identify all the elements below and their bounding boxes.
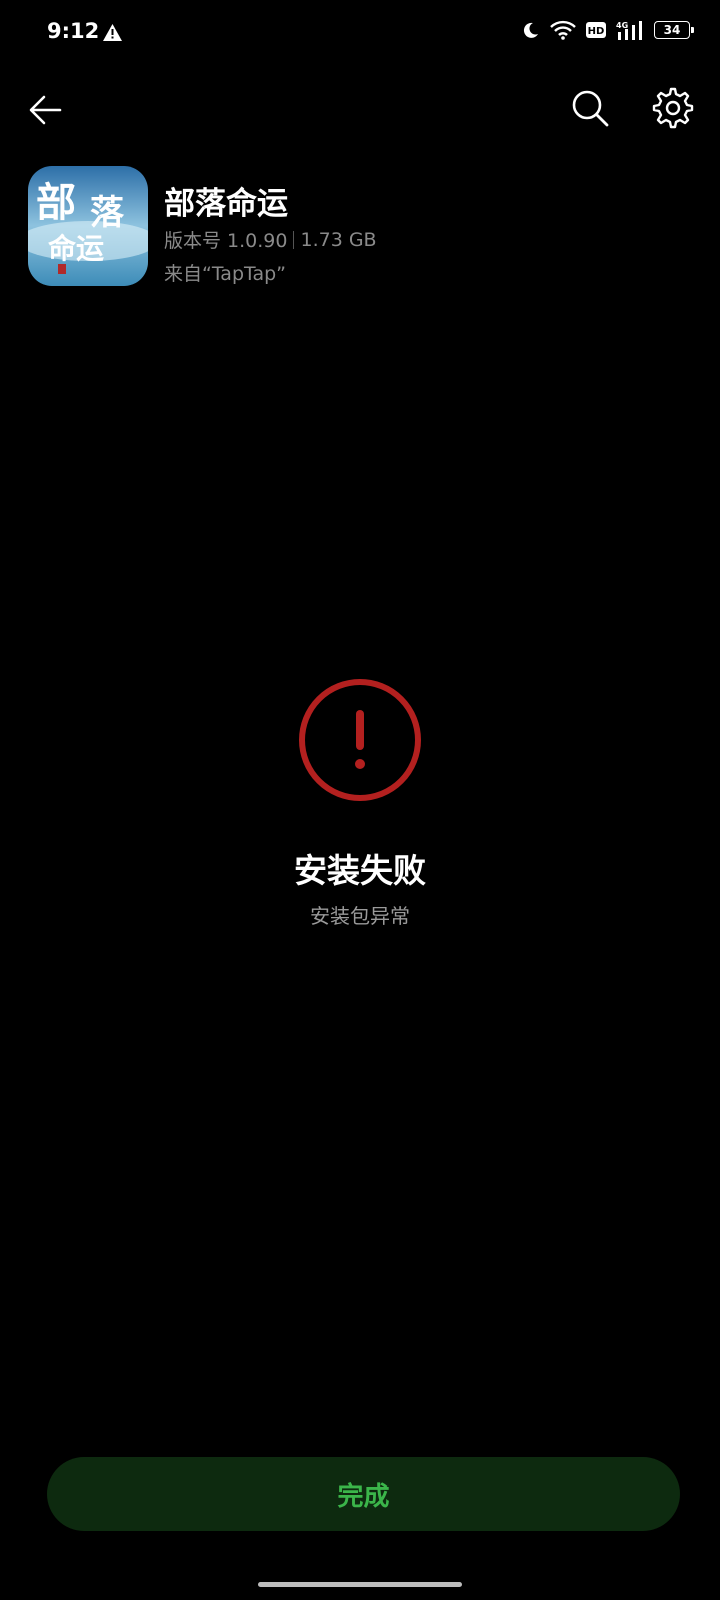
svg-text:落: 落 [90, 193, 125, 233]
gear-icon[interactable] [651, 86, 695, 130]
home-indicator[interactable] [258, 1582, 462, 1587]
fail-title: 安装失败 [294, 851, 426, 890]
hd-icon: HD [586, 22, 606, 38]
svg-text:4G: 4G [616, 21, 628, 30]
done-button[interactable]: 完成 [47, 1457, 680, 1531]
app-name: 部落命运 [164, 186, 288, 222]
app-size: 1.73 GB [300, 228, 377, 251]
battery-level: 34 [663, 23, 681, 37]
meta-divider [293, 230, 295, 249]
battery-indicator: 34 [654, 21, 694, 39]
status-bar: 9:12 HD 4G 34 [0, 0, 720, 64]
status-time: 9:12 [47, 19, 100, 43]
warning-triangle-icon [103, 24, 122, 41]
app-icon: 部 落 命运 [28, 166, 148, 286]
signal-4g-icon: 4G [616, 21, 642, 40]
search-icon[interactable] [568, 86, 612, 130]
moon-icon [523, 22, 538, 38]
arrow-left-icon[interactable] [24, 88, 68, 132]
app-version: 版本号 1.0.90 [164, 230, 288, 252]
app-meta: 版本号 1.0.90 1.73 GB [164, 226, 377, 253]
fail-subtitle: 安装包异常 [310, 904, 410, 928]
svg-text:命运: 命运 [48, 232, 104, 265]
wifi-icon [550, 20, 576, 40]
done-button-label: 完成 [337, 1481, 390, 1512]
svg-text:部: 部 [36, 179, 76, 226]
app-source: 来自“TapTap” [164, 263, 287, 285]
top-bar [0, 80, 720, 136]
svg-text:HD: HD [588, 26, 605, 37]
status-icons: HD 4G 34 [522, 20, 694, 40]
error-circle-icon [299, 679, 421, 801]
